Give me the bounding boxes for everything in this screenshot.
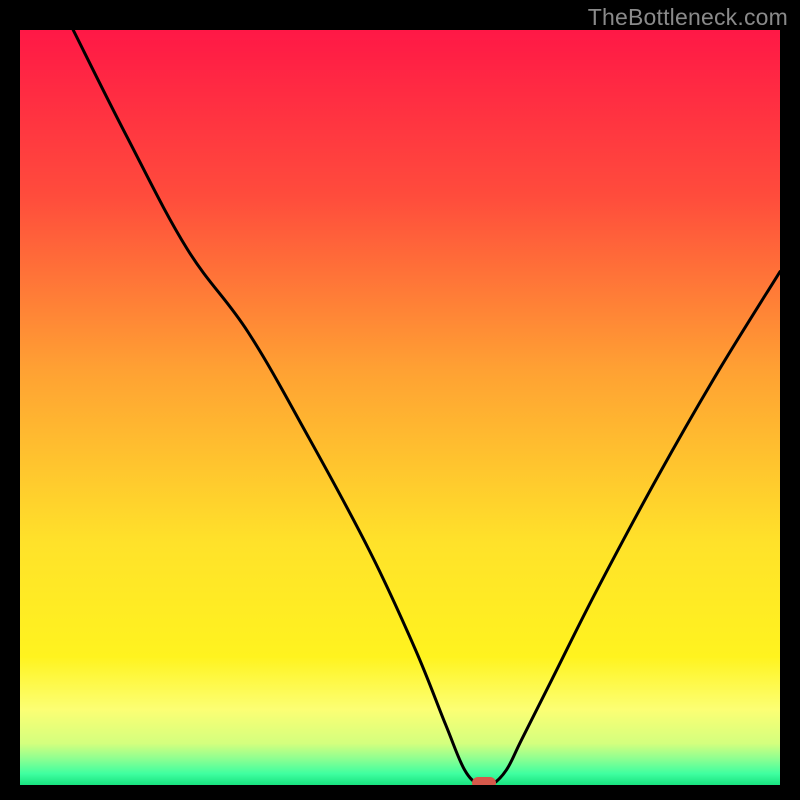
watermark-label: TheBottleneck.com xyxy=(588,4,788,31)
chart-frame: TheBottleneck.com xyxy=(0,0,800,800)
chart-svg xyxy=(20,30,780,785)
plot-area xyxy=(20,30,780,785)
gradient-rect xyxy=(20,30,780,785)
optimal-marker xyxy=(472,777,496,785)
